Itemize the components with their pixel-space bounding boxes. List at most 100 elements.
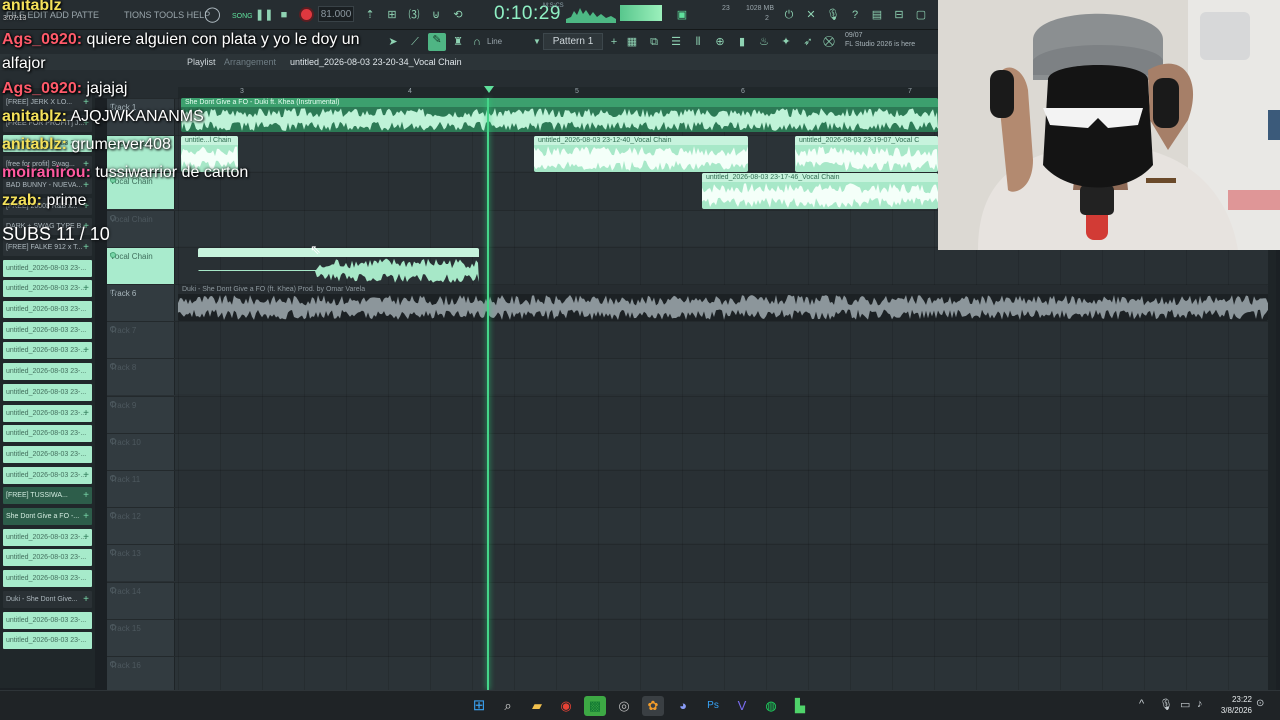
picker-item[interactable]: untitled_2026-08-03 23-... + xyxy=(3,466,92,484)
project-icon[interactable]: ▮ xyxy=(735,35,749,49)
news-panel[interactable]: 09/07 FL Studio 2026 is here xyxy=(845,31,935,49)
track-enable-icon[interactable] xyxy=(110,661,116,667)
online-icon[interactable]: ⏻ xyxy=(782,8,796,22)
picker-item[interactable]: [FREE] TUSSIWA... + xyxy=(3,487,92,505)
picker-item[interactable]: untitled_2026-08-03 23-... xyxy=(3,632,92,650)
metronome-icon[interactable]: ◯ xyxy=(204,7,221,22)
chrome-icon[interactable]: ◉ xyxy=(555,696,577,716)
add-pattern-icon[interactable]: + xyxy=(607,35,621,49)
track-header[interactable]: Track 14 xyxy=(107,582,175,619)
picker-item[interactable]: untitled_2026-08-03 23-... xyxy=(3,363,92,381)
track-enable-icon[interactable] xyxy=(110,400,116,407)
picker-item[interactable]: She Dont Give a FO -... + xyxy=(3,508,92,525)
picker-item[interactable]: untitled_2026-08-03 23-... xyxy=(3,425,92,443)
track-header[interactable]: Track 8 xyxy=(107,359,175,396)
picker-item[interactable]: untitled_2026-08-03 23-... xyxy=(3,445,92,463)
picker-item[interactable]: untitled_2026-08-03 23-... + xyxy=(3,280,92,298)
track-header[interactable]: Track 13 xyxy=(107,545,175,582)
wait-icon[interactable]: ⊍ xyxy=(429,8,443,22)
picker-item[interactable]: untitled_2026-08-03 23-... xyxy=(3,549,92,567)
song-mode-badge[interactable]: SONG xyxy=(232,0,253,30)
plugin-icon[interactable]: ⊟ xyxy=(892,8,906,22)
tray-display-icon[interactable]: ▭ xyxy=(1180,698,1190,711)
cpu-panic-icon[interactable]: ✕ xyxy=(804,8,818,22)
add-item-icon[interactable]: + xyxy=(83,342,89,359)
track-header[interactable]: Track 11 xyxy=(107,471,175,507)
picker-item[interactable]: untitled_2026-08-03 23-... xyxy=(3,611,92,629)
add-item-icon[interactable]: + xyxy=(83,529,89,546)
browser-icon[interactable]: ⊕ xyxy=(713,35,727,49)
save-icon[interactable]: ▤ xyxy=(870,8,884,22)
audio-clip[interactable]: She Dont Give a FO - Duki ft. Khea (Inst… xyxy=(181,98,938,132)
piano-roll-icon[interactable]: ⧉ xyxy=(647,35,661,49)
snap-icon[interactable]: ⟋ xyxy=(408,35,422,49)
track-enable-icon[interactable] xyxy=(110,586,116,593)
add-item-icon[interactable]: + xyxy=(83,508,89,525)
magnet-icon[interactable]: ∩ xyxy=(470,35,484,49)
picker-item[interactable]: untitled_2026-08-03 23-... xyxy=(3,570,92,588)
track-row[interactable]: Track 11 xyxy=(107,470,1275,507)
track-enable-icon[interactable] xyxy=(110,475,116,481)
search-icon[interactable]: ⌕ xyxy=(497,696,519,716)
tools-icon[interactable]: ✦ xyxy=(779,35,793,49)
add-item-icon[interactable]: + xyxy=(83,591,89,608)
audio-clip[interactable]: Duki - She Dont Give a FO (ft. Khea) Pro… xyxy=(178,285,1268,321)
fl-studio-icon[interactable]: ✿ xyxy=(642,696,664,716)
pattern-selector[interactable]: Pattern 1 xyxy=(543,33,603,50)
picker-item[interactable]: untitled_2026-08-03 23-... + xyxy=(3,404,92,422)
store-icon[interactable]: ⛒ xyxy=(822,35,836,49)
channel-rack-icon[interactable]: ☰ xyxy=(669,35,683,49)
track-enable-icon[interactable] xyxy=(110,623,116,630)
obs-icon[interactable]: ◎ xyxy=(613,696,635,716)
track-header[interactable]: Vocal Chain xyxy=(107,210,175,247)
track-row[interactable]: Track 8 xyxy=(107,358,1275,396)
track-enable-icon[interactable] xyxy=(110,214,116,221)
track-row[interactable]: Track 16 xyxy=(107,656,1275,693)
mini-icon[interactable]: ➶ xyxy=(801,35,815,49)
chat-icon[interactable]: ▢ xyxy=(914,8,928,22)
add-item-icon[interactable]: + xyxy=(83,467,89,484)
track-header[interactable]: Track 12 xyxy=(107,508,175,545)
photoshop-icon[interactable]: Ps xyxy=(702,696,724,716)
picker-item[interactable]: untitled_2026-08-03 23-... xyxy=(3,259,92,277)
record-button[interactable] xyxy=(299,7,314,22)
pause-icon[interactable]: ❚❚ xyxy=(255,8,273,22)
paint-tool-icon[interactable]: ♜ xyxy=(451,35,465,49)
capcut-icon[interactable]: ▙ xyxy=(789,696,811,716)
picker-item[interactable]: untitled_2026-08-03 23-... + xyxy=(3,342,92,360)
tempo-field[interactable]: 81.000 xyxy=(318,6,354,22)
picker-item[interactable]: Duki - She Dont Give... + xyxy=(3,590,92,608)
track-enable-icon[interactable] xyxy=(110,437,116,444)
menu-bar-right[interactable]: TIONS TOOLS HELP xyxy=(124,0,210,30)
picker-item[interactable]: untitled_2026-08-03 23-... xyxy=(3,383,92,401)
track-row[interactable]: Track 15 xyxy=(107,618,1275,656)
playlist-icon[interactable]: ▦ xyxy=(625,35,639,49)
tray-volume-icon[interactable]: ♪ xyxy=(1197,698,1203,710)
track-header[interactable]: Vocal Chain xyxy=(107,247,175,284)
track-enable-icon[interactable] xyxy=(110,289,116,295)
help-icon[interactable]: ? xyxy=(848,8,862,22)
add-item-icon[interactable]: + xyxy=(83,405,89,422)
snap-select[interactable]: Line xyxy=(487,30,502,54)
track-row[interactable]: Track 7 xyxy=(107,321,1275,359)
draw-tool-icon[interactable]: ✎ xyxy=(428,33,446,51)
blend-icon[interactable]: ⊞ xyxy=(385,8,399,22)
track-row[interactable]: Track 9 xyxy=(107,395,1275,433)
snap-dropdown-icon[interactable]: ▼ xyxy=(530,35,544,49)
track-header[interactable]: Track 6 xyxy=(107,285,175,321)
step-icon[interactable]: ⇡ xyxy=(363,8,377,22)
track-header[interactable]: Track 9 xyxy=(107,396,175,433)
mic-icon[interactable]: 🎙 xyxy=(826,8,840,22)
timeline-ruler[interactable]: 3 4 5 6 7 xyxy=(178,87,938,98)
add-item-icon[interactable]: + xyxy=(83,280,89,297)
audio-clip[interactable]: untitled_2026-08-03 23-12-40_Vocal Chain xyxy=(534,136,748,172)
track-header[interactable]: Track 10 xyxy=(107,433,175,470)
picker-item[interactable]: untitled_2026-08-03 23-... xyxy=(3,321,92,339)
playhead-marker[interactable] xyxy=(484,86,494,93)
track-row[interactable]: Track 12 xyxy=(107,507,1275,545)
file-explorer-icon[interactable]: ▰ xyxy=(526,696,548,716)
picker-item[interactable]: untitled_2026-08-03 23-... xyxy=(3,301,92,318)
track-header[interactable]: Track 16 xyxy=(107,657,175,693)
track-row[interactable]: Track 14 xyxy=(107,581,1275,619)
track-row[interactable]: Track 13 xyxy=(107,544,1275,582)
